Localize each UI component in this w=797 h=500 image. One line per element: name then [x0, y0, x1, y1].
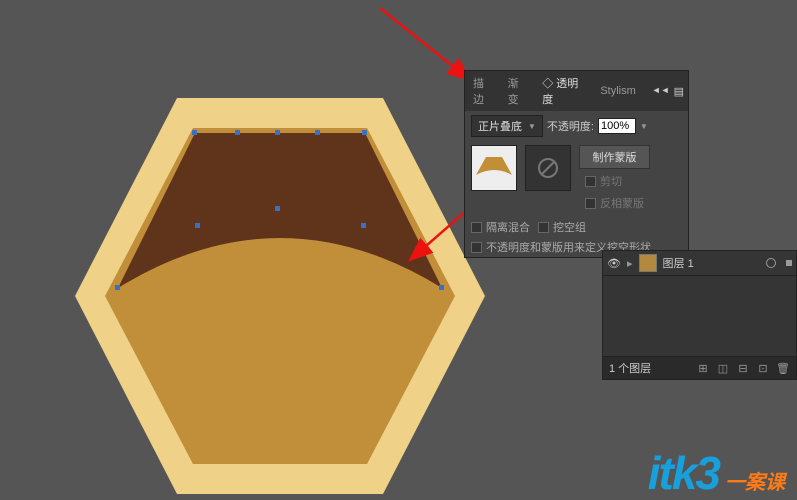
- artwork-hexagon[interactable]: [75, 98, 485, 497]
- new-layer-icon[interactable]: ⊡: [756, 361, 770, 375]
- opacity-input[interactable]: [598, 118, 636, 134]
- tab-stylism[interactable]: Stylism: [596, 83, 639, 99]
- delete-icon[interactable]: 🗑: [776, 361, 790, 375]
- target-icon[interactable]: [766, 258, 776, 268]
- mask-thumbnail[interactable]: [525, 145, 571, 191]
- isolate-blend-checkbox[interactable]: 隔离混合 挖空组: [465, 217, 688, 237]
- layer-row[interactable]: 👁 ▸ 图层 1: [603, 251, 796, 276]
- select-indicator: [786, 260, 792, 266]
- layer-swatch: [639, 254, 657, 272]
- panel-tabs: 描边 渐变 ◇ 透明度 Stylism ◄◄ ▤: [465, 71, 688, 111]
- chevron-down-icon: ▼: [528, 122, 536, 131]
- chevron-down-icon[interactable]: ▼: [640, 122, 648, 131]
- invert-mask-checkbox: 反相蒙版: [579, 193, 650, 213]
- layer-count: 1 个图层: [609, 360, 651, 376]
- blend-mode-dropdown[interactable]: 正片叠底 ▼: [471, 115, 543, 137]
- layers-footer: 1 个图层 ⊞ ◫ ⊟ ⊡ 🗑: [603, 356, 796, 379]
- tab-gradient[interactable]: 渐变: [504, 73, 533, 109]
- opacity-label: 不透明度:: [547, 118, 594, 134]
- panel-menu-icon[interactable]: ▤: [674, 85, 684, 98]
- make-mask-button[interactable]: 制作蒙版: [579, 145, 650, 169]
- watermark: itk3 一案课: [648, 446, 785, 500]
- new-sublayer-icon[interactable]: ⊟: [736, 361, 750, 375]
- clip-icon[interactable]: ◫: [716, 361, 730, 375]
- layers-panel: 👁 ▸ 图层 1 1 个图层 ⊞ ◫ ⊟ ⊡ 🗑: [602, 250, 797, 380]
- layer-name[interactable]: 图层 1: [663, 255, 694, 271]
- panel-collapse-icon[interactable]: ◄◄: [652, 85, 670, 98]
- clip-checkbox: 剪切: [579, 171, 650, 191]
- visibility-icon[interactable]: 👁: [607, 256, 621, 270]
- tab-transparency[interactable]: ◇ 透明度: [538, 73, 590, 109]
- locate-icon[interactable]: ⊞: [696, 361, 710, 375]
- tab-stroke[interactable]: 描边: [469, 73, 498, 109]
- object-thumbnail[interactable]: [471, 145, 517, 191]
- transparency-panel: 描边 渐变 ◇ 透明度 Stylism ◄◄ ▤ 正片叠底 ▼ 不透明度: ▼: [464, 70, 689, 258]
- expand-icon[interactable]: ▸: [627, 257, 633, 270]
